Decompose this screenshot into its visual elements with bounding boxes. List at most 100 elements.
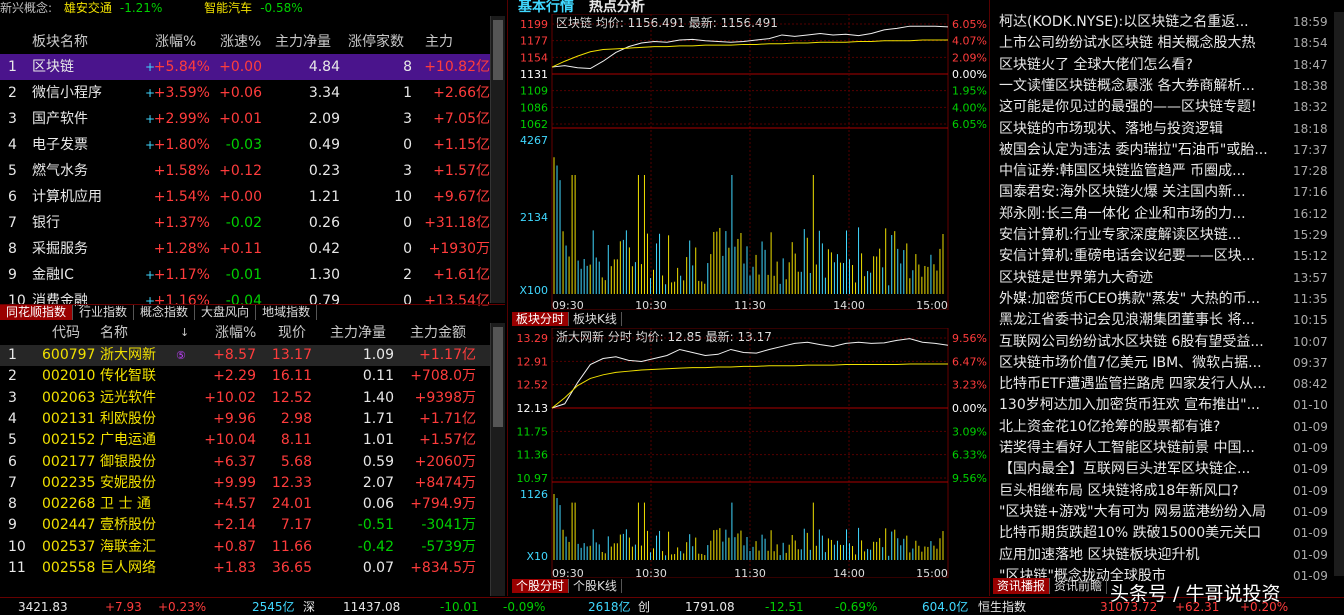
news-item[interactable]: 区块链是世界第九大奇迹 13:57	[993, 268, 1344, 289]
chart-tab[interactable]: 个股K线	[569, 579, 622, 593]
news-title[interactable]: 中信证券:韩国区块链监管趋严 币圈成...	[999, 161, 1279, 182]
chart-tab[interactable]: 板块K线	[569, 312, 622, 326]
stock-code[interactable]: 002268	[42, 494, 95, 515]
news-item[interactable]: 这可能是你见过的最强的——区块链专题! 18:32	[993, 97, 1344, 118]
index-tab[interactable]: 行业指数	[73, 305, 135, 320]
stock-code[interactable]: 002447	[42, 515, 95, 536]
stock-intraday-chart[interactable]: 浙大网新 分时 均价: 12.85 最新: 13.17 13.29 9.56% 12.…	[508, 328, 991, 578]
news-item[interactable]: 130岁柯达加入加密货币狂欢 宣布推出"... 01-10	[993, 395, 1344, 416]
news-item[interactable]: 巨头相继布局 区块链将成18年新风口? 01-09	[993, 481, 1344, 502]
chart-tab[interactable]: 个股分时	[512, 579, 570, 593]
sector-row[interactable]: 2 微信小程序 + +3.59% +0.06 3.34 1 +2.66亿	[0, 80, 490, 106]
news-title[interactable]: 北上资金花10亿抢筹的股票都有谁?	[999, 417, 1279, 438]
stock-name[interactable]: 御银股份	[100, 452, 156, 473]
news-title[interactable]: 安信计算机:行业专家深度解读区块链...	[999, 225, 1279, 246]
sector-name[interactable]: 微信小程序	[32, 80, 102, 106]
stock-code[interactable]: 002010	[42, 366, 95, 387]
news-title[interactable]: 这可能是你见过的最强的——区块链专题!	[999, 97, 1279, 118]
column-header[interactable]: 板块名称	[32, 32, 88, 52]
news-title[interactable]: 黑龙江省委书记会见浪潮集团董事长 将...	[999, 310, 1279, 331]
news-title[interactable]: 130岁柯达加入加密货币狂欢 宣布推出"...	[999, 395, 1279, 416]
stock-name[interactable]: 安妮股份	[100, 473, 156, 494]
stock-row[interactable]: 1 600797 浙大网新 ⑤ +8.57 13.17 1.09 +1.17亿	[0, 345, 490, 366]
stock-name[interactable]: 海联金汇	[100, 537, 156, 558]
stock-code[interactable]: 002131	[42, 409, 95, 430]
sector-intraday-chart[interactable]: 区块链 均价: 1156.491 最新: 1156.491 1199 6.05% 11…	[508, 14, 991, 310]
news-title[interactable]: 安信计算机:重磅电话会议纪要——区块...	[999, 246, 1279, 267]
news-item[interactable]: 诺奖得主看好人工智能区块链前景 中国... 01-09	[993, 438, 1344, 459]
stock-code[interactable]: 002152	[42, 430, 95, 451]
stock-code[interactable]: 002177	[42, 452, 95, 473]
news-title[interactable]: 国泰君安:海外区块链火爆 关注国内新...	[999, 182, 1279, 203]
news-item[interactable]: 黑龙江省委书记会见浪潮集团董事长 将... 10:15	[993, 310, 1344, 331]
stock-row[interactable]: 10 002537 海联金汇 +0.87 11.66 -0.42 -5739万	[0, 537, 490, 558]
column-header[interactable]: 代码	[52, 322, 80, 344]
news-title[interactable]: 比特币ETF遭遇监管拦路虎 四家发行人从...	[999, 374, 1279, 395]
stock-name[interactable]: 传化智联	[100, 366, 156, 387]
sector-row[interactable]: 5 燃气水务 +1.58% +0.12 0.23 3 +1.57亿	[0, 158, 490, 184]
sector-row[interactable]: 9 金融IC + +1.17% -0.01 1.30 2 +1.61亿	[0, 262, 490, 288]
index-tab[interactable]: 地域指数	[256, 305, 318, 320]
stock-code[interactable]: 600797	[42, 345, 95, 366]
news-title[interactable]: 比特币期货跌超10% 跌破15000美元关口	[999, 523, 1279, 544]
sector-row[interactable]: 8 采掘服务 +1.28% +0.11 0.42 0 +1930万	[0, 236, 490, 262]
stock-scrollbar[interactable]	[490, 323, 505, 596]
index-tab[interactable]: 大盘风向	[195, 305, 257, 320]
tab-hot-analysis[interactable]: 热点分析	[589, 0, 645, 15]
sector-name[interactable]: 采掘服务	[32, 236, 88, 262]
news-title[interactable]: 【国内最全】互联网巨头进军区块链企...	[999, 459, 1279, 480]
stock-code[interactable]: 002235	[42, 473, 95, 494]
news-item[interactable]: 【国内最全】互联网巨头进军区块链企... 01-09	[993, 459, 1344, 480]
stock-name[interactable]: 壹桥股份	[100, 515, 156, 536]
sector-name[interactable]: 电子发票	[32, 132, 88, 158]
stock-row[interactable]: 11 002558 巨人网络 +1.83 36.65 0.07 +834.5万	[0, 558, 490, 579]
news-title[interactable]: 互联网公司纷纷试水区块链 6股有望受益...	[999, 332, 1279, 353]
chart-tab[interactable]: 板块分时	[512, 312, 570, 326]
news-title[interactable]: 区块链市场价值7亿美元 IBM、微软占据...	[999, 353, 1279, 374]
column-header[interactable]: 现价	[278, 322, 306, 344]
stock-row[interactable]: 6 002177 御银股份 +6.37 5.68 0.59 +2060万	[0, 452, 490, 473]
news-item[interactable]: 比特币期货跌超10% 跌破15000美元关口 01-09	[993, 523, 1344, 544]
stock-row[interactable]: 3 002063 远光软件 +10.02 12.52 1.40 +9398万	[0, 388, 490, 409]
stock-row[interactable]: 9 002447 壹桥股份 +2.14 7.17 -0.51 -3041万	[0, 515, 490, 536]
stock-name[interactable]: 远光软件	[100, 388, 156, 409]
news-title[interactable]: 外媒:加密货币CEO携款"蒸发" 大热的币...	[999, 289, 1279, 310]
stock-code[interactable]: 002537	[42, 537, 95, 558]
stock-name[interactable]: 巨人网络	[100, 558, 156, 579]
stock-code[interactable]: 002063	[42, 388, 95, 409]
news-item[interactable]: 比特币ETF遭遇监管拦路虎 四家发行人从... 08:42	[993, 374, 1344, 395]
news-title[interactable]: 上市公司纷纷试水区块链 相关概念股大热	[999, 33, 1279, 54]
news-title[interactable]: 诺奖得主看好人工智能区块链前景 中国...	[999, 438, 1279, 459]
news-title[interactable]: 区块链是世界第九大奇迹	[999, 268, 1279, 289]
column-header[interactable]: 名称	[100, 322, 128, 344]
sector-row[interactable]: 3 国产软件 + +2.99% +0.01 2.09 3 +7.05亿	[0, 106, 490, 132]
sector-name[interactable]: 计算机应用	[32, 184, 102, 210]
ticker-item-name[interactable]: 雄安交通	[64, 1, 112, 15]
news-item[interactable]: 互联网公司纷纷试水区块链 6股有望受益... 10:07	[993, 332, 1344, 353]
column-header[interactable]: 主力净量	[275, 32, 331, 52]
column-header[interactable]: 主力	[425, 32, 453, 52]
stock-row[interactable]: 8 002268 卫 士 通 +4.57 24.01 0.06 +794.9万	[0, 494, 490, 515]
news-item[interactable]: 区块链火了 全球大佬们怎么看? 18:47	[993, 55, 1344, 76]
column-header[interactable]: 涨幅%	[155, 32, 196, 52]
column-header[interactable]: 涨停家数	[348, 32, 404, 52]
column-header[interactable]: 主力净量	[330, 322, 386, 344]
news-title[interactable]: 被国会认定为违法 委内瑞拉"石油币"或胎...	[999, 140, 1279, 161]
ticker-item-name[interactable]: 智能汽车	[204, 1, 252, 15]
news-tab[interactable]: 资讯播报	[993, 578, 1051, 594]
news-item[interactable]: 区块链市场价值7亿美元 IBM、微软占据... 09:37	[993, 353, 1344, 374]
sort-icon[interactable]: ↓	[180, 322, 189, 344]
news-item[interactable]: 国泰君安:海外区块链火爆 关注国内新... 17:16	[993, 182, 1344, 203]
index-tab[interactable]: 概念指数	[134, 305, 196, 320]
news-title[interactable]: 郑永刚:长三角一体化 企业和市场的力...	[999, 204, 1279, 225]
sector-row[interactable]: 1 区块链 + +5.84% +0.00 4.84 8 +10.82亿	[0, 54, 490, 80]
news-title[interactable]: 一文读懂区块链概念暴涨 各大券商解析...	[999, 76, 1279, 97]
news-tab[interactable]: 资讯前瞻	[1050, 578, 1108, 594]
stock-row[interactable]: 4 002131 利欧股份 +9.96 2.98 1.71 +1.71亿	[0, 409, 490, 430]
sector-row[interactable]: 4 电子发票 + +1.80% -0.03 0.49 0 +1.15亿	[0, 132, 490, 158]
news-item[interactable]: 被国会认定为违法 委内瑞拉"石油币"或胎... 17:37	[993, 140, 1344, 161]
stock-code[interactable]: 002558	[42, 558, 95, 579]
news-title[interactable]: 区块链的市场现状、落地与投资逻辑	[999, 119, 1279, 140]
news-item[interactable]: 柯达(KODK.NYSE):以区块链之名重返... 18:59	[993, 12, 1344, 33]
news-item[interactable]: 安信计算机:行业专家深度解读区块链... 15:29	[993, 225, 1344, 246]
